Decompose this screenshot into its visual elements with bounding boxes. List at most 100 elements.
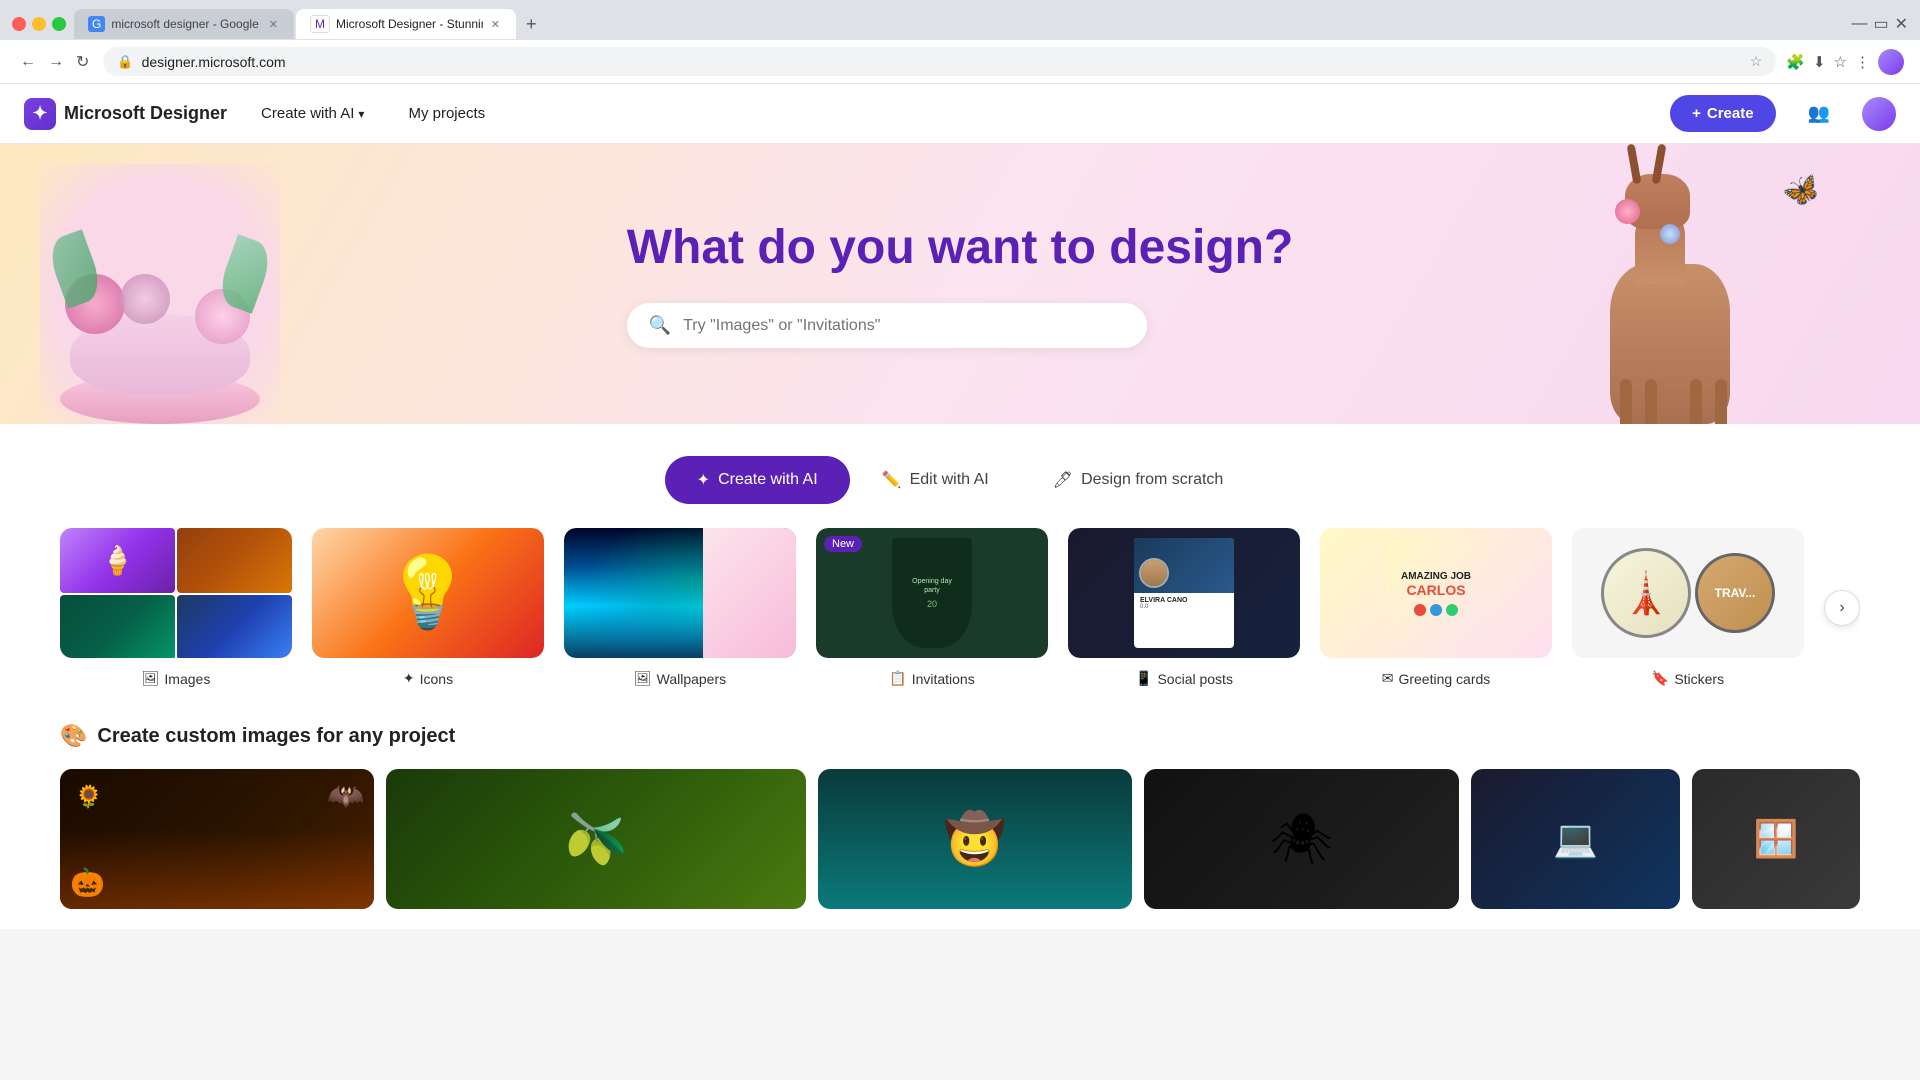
greeting-card-title: AMAZING JOB [1401, 571, 1471, 582]
img-icecream: 🍦 [60, 528, 175, 593]
brand-logo: ✦ [24, 98, 56, 130]
custom-images-grid: 🦇 🎃 🌻 🫒 🤠 🕷 💻 🪟 [60, 769, 1860, 909]
lightbulb-icon: 💡 [384, 552, 471, 634]
tab2-title: Microsoft Designer - Stunning ... [336, 17, 483, 31]
close-window-btn[interactable]: ✕ [1895, 14, 1908, 34]
settings-btn[interactable]: ⋮ [1855, 53, 1870, 71]
nav-create-ai[interactable]: Create with AI ▾ [251, 99, 374, 128]
create-button[interactable]: + Create [1670, 95, 1775, 132]
tab-section: ✦ Create with AI ✏️ Edit with AI 🖊 Desig… [60, 424, 1860, 528]
category-wallpapers-thumb [564, 528, 796, 658]
social-posts-icon: 📱 [1135, 670, 1152, 687]
tab2-close-icon[interactable]: ✕ [489, 18, 502, 31]
app-navbar: ✦ Microsoft Designer Create with AI ▾ My… [0, 84, 1920, 144]
design-scratch-icon: 🖊 [1053, 470, 1073, 490]
category-invitations[interactable]: New Opening dayparty 20 📋 Invitations [816, 528, 1048, 687]
category-greeting-cards-label: ✉ Greeting cards [1382, 670, 1491, 687]
brand[interactable]: ✦ Microsoft Designer [24, 98, 227, 130]
main-content: ✦ Create with AI ✏️ Edit with AI 🖊 Desig… [0, 424, 1920, 929]
nav-my-projects[interactable]: My projects [398, 99, 495, 128]
create-icon: + [1692, 105, 1701, 122]
profile-avatar[interactable] [1878, 49, 1904, 75]
browser-chrome: G microsoft designer - Google Se... ✕ M … [0, 0, 1920, 40]
category-stickers[interactable]: 🗼 TRAV... 🔖 Stickers [1572, 528, 1804, 687]
back-button[interactable]: ← [16, 48, 40, 76]
custom-img-tech[interactable]: 💻 [1471, 769, 1681, 909]
category-invitations-label: 📋 Invitations [889, 670, 974, 687]
download-btn[interactable]: ⬇ [1813, 53, 1826, 71]
new-tab-button[interactable]: + [518, 9, 545, 39]
custom-img-spider[interactable]: 🕷 [1144, 769, 1458, 909]
address-bar: ← → ↻ 🔒 ☆ 🧩 ⬇ ☆ ⋮ [0, 40, 1920, 84]
custom-img-olives[interactable]: 🫒 [386, 769, 805, 909]
forward-button[interactable]: → [44, 48, 68, 76]
category-stickers-label: 🔖 Stickers [1652, 670, 1724, 687]
category-stickers-thumb: 🗼 TRAV... [1572, 528, 1804, 658]
sticker-eiffel: 🗼 [1601, 548, 1691, 638]
custom-img-window[interactable]: 🪟 [1692, 769, 1860, 909]
window-controls [12, 17, 66, 31]
category-next-button[interactable]: › [1824, 590, 1860, 626]
hero-search-input[interactable] [683, 317, 1125, 335]
tab1-title: microsoft designer - Google Se... [111, 17, 260, 31]
category-images-thumb: 🍦 [60, 528, 292, 658]
share-icon: 👥 [1808, 103, 1830, 123]
category-images[interactable]: 🍦 🖼 Images [60, 528, 292, 687]
custom-images-section: 🎨 Create custom images for any project 🦇… [60, 703, 1860, 929]
refresh-button[interactable]: ↻ [72, 48, 93, 76]
category-images-label: 🖼 Images [142, 670, 211, 687]
star-icon[interactable]: ☆ [1750, 53, 1763, 70]
sticker-travel: TRAV... [1695, 553, 1775, 633]
bookmark-btn[interactable]: ☆ [1834, 53, 1847, 71]
greeting-card-circles [1414, 604, 1458, 616]
social-card-name: ELVIRA CANO [1140, 597, 1228, 604]
nav-buttons: ← → ↻ [16, 48, 93, 76]
category-invitations-thumb: New Opening dayparty 20 [816, 528, 1048, 658]
window-minimize-btn[interactable] [32, 17, 46, 31]
share-button[interactable]: 👥 [1800, 95, 1838, 132]
icons-icon: ✦ [403, 670, 415, 687]
greeting-cards-icon: ✉ [1382, 670, 1394, 687]
restore-window-btn[interactable]: ▭ [1873, 14, 1888, 34]
search-icon: 🔍 [649, 315, 671, 336]
address-input[interactable] [142, 54, 1742, 70]
category-grid: 🍦 🖼 Images 💡 ✦ Icons [60, 528, 1860, 703]
create-label: Create [1707, 105, 1754, 122]
edit-ai-label: Edit with AI [910, 471, 989, 489]
tab-create-with-ai[interactable]: ✦ Create with AI [665, 456, 850, 504]
hero-content: What do you want to design? 🔍 [627, 220, 1294, 348]
chevron-down-icon: ▾ [358, 107, 364, 121]
address-input-wrap[interactable]: 🔒 ☆ [103, 47, 1776, 76]
tab1-close-icon[interactable]: ✕ [267, 18, 280, 31]
category-wallpapers[interactable]: 🖼 Wallpapers [564, 528, 796, 687]
category-wallpapers-label: 🖼 Wallpapers [634, 670, 726, 687]
category-greeting-cards-thumb: AMAZING JOB CARLOS [1320, 528, 1552, 658]
flower-cake-image [50, 184, 270, 424]
brand-name: Microsoft Designer [64, 103, 227, 124]
window-maximize-btn[interactable] [52, 17, 66, 31]
category-icons[interactable]: 💡 ✦ Icons [312, 528, 544, 687]
tab-design-from-scratch[interactable]: 🖊 Design from scratch [1021, 456, 1256, 504]
category-greeting-cards[interactable]: AMAZING JOB CARLOS ✉ Greeting cards [1320, 528, 1552, 687]
tab2-favicon: M [310, 15, 330, 33]
greeting-card-name: CARLOS [1406, 582, 1465, 598]
browser-actions: — ▭ ✕ [1851, 14, 1908, 34]
img-person [177, 528, 292, 593]
extensions-btn[interactable]: 🧩 [1786, 53, 1805, 71]
window-close-btn[interactable] [12, 17, 26, 31]
browser-tab-1[interactable]: G microsoft designer - Google Se... ✕ [74, 9, 294, 39]
category-social-posts-thumb: ELVIRA CANO 0.0 [1068, 528, 1300, 658]
hero-decoration-left [40, 164, 280, 424]
hero-title: What do you want to design? [627, 220, 1294, 275]
user-avatar-btn[interactable] [1862, 97, 1896, 131]
browser-tab-2[interactable]: M Microsoft Designer - Stunning ... ✕ [296, 9, 516, 39]
hero-search-bar[interactable]: 🔍 [627, 303, 1147, 348]
new-badge: New [824, 536, 862, 552]
tab-edit-with-ai[interactable]: ✏️ Edit with AI [850, 456, 1021, 504]
category-social-posts[interactable]: ELVIRA CANO 0.0 📱 Social posts [1068, 528, 1300, 687]
minimize-window-btn[interactable]: — [1851, 15, 1867, 33]
custom-img-cowgirl[interactable]: 🤠 [818, 769, 1132, 909]
custom-img-halloween[interactable]: 🦇 🎃 🌻 [60, 769, 374, 909]
create-ai-icon: ✦ [697, 470, 710, 490]
invitations-icon: 📋 [889, 670, 906, 687]
